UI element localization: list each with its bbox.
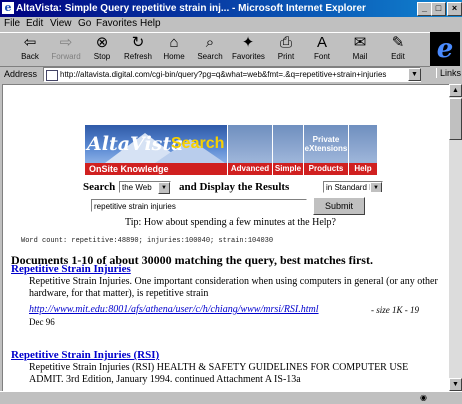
font-icon: A (316, 34, 327, 51)
tab-label: Advanced (228, 163, 272, 175)
tab-label: Help (349, 163, 377, 175)
result-title-link[interactable]: Repetitive Strain Injuries (11, 263, 131, 275)
result-format-select[interactable]: in Standard Form ▼ (323, 181, 383, 193)
ie-window-icon[interactable]: e (2, 2, 14, 14)
help-tip[interactable]: Tip: How about spending a few minutes at… (125, 217, 336, 228)
favorites-button[interactable]: ✦ Favorites (232, 34, 265, 61)
word-count: Word count: repetitive:48890; injuries:1… (21, 237, 274, 245)
result-url-link[interactable]: http://www.mit.edu:8001/afs/athena/user/… (29, 304, 319, 315)
edit-button[interactable]: ✎ Edit (382, 34, 414, 61)
minimize-button[interactable]: _ (417, 2, 432, 16)
menu-favorites[interactable]: Favorites (96, 18, 137, 29)
altavista-logo: AltaVista (87, 133, 184, 155)
stop-button[interactable]: ⊗ Stop (86, 34, 118, 61)
mail-icon: ✉ (353, 34, 367, 51)
home-button[interactable]: ⌂ Home (158, 34, 190, 61)
forward-arrow-icon: ⇨ (59, 34, 73, 51)
vertical-scrollbar[interactable]: ▲ ▼ (449, 84, 462, 391)
print-icon: ⎙ (279, 34, 292, 51)
toolbar-label: Edit (391, 52, 405, 61)
menu-go[interactable]: Go (78, 18, 91, 29)
scope-value: the Web (122, 183, 152, 192)
favorites-icon: ✦ (241, 34, 255, 51)
mail-button[interactable]: ✉ Mail (344, 34, 376, 61)
print-button[interactable]: ⎙ Print (270, 34, 302, 61)
refresh-icon: ↻ (131, 34, 145, 51)
search-button[interactable]: ⌕ Search (194, 34, 226, 61)
menu-file[interactable]: File (4, 18, 20, 29)
forward-button[interactable]: ⇨ Forward (50, 34, 82, 61)
submit-button[interactable]: Submit (313, 197, 365, 215)
maximize-button[interactable]: □ (431, 2, 446, 16)
scroll-up-button[interactable]: ▲ (449, 84, 462, 97)
search-icon: ⌕ (205, 34, 215, 51)
address-input[interactable]: http://altavista.digital.com/cgi-bin/que… (43, 67, 421, 82)
toolbar-label: Search (197, 52, 223, 61)
toolbar-label: Back (21, 52, 39, 61)
tab-products[interactable]: Private eXtensions Products (304, 125, 348, 175)
address-url: http://altavista.digital.com/cgi-bin/que… (60, 70, 387, 79)
menu-view[interactable]: View (50, 18, 72, 29)
onsite-knowledge-link[interactable]: OnSite Knowledge (85, 163, 227, 175)
back-arrow-icon: ⇦ (23, 34, 37, 51)
toolbar-label: Favorites (232, 52, 265, 61)
query-input[interactable]: repetitive strain injuries (91, 199, 307, 212)
tab-label: Simple (273, 163, 303, 175)
search-logo-word: Search (171, 135, 225, 152)
toolbar-label: Refresh (123, 52, 152, 61)
address-label: Address (4, 69, 38, 79)
toolbar-label: Stop (93, 52, 111, 61)
toolbar-label: Mail (352, 52, 368, 61)
scroll-thumb[interactable] (449, 98, 462, 140)
refresh-button[interactable]: ↻ Refresh (122, 34, 154, 61)
toolbar-label: Forward (51, 52, 81, 61)
tab-advanced[interactable]: Advanced (228, 125, 272, 175)
result-description: Repetitive Strain Injuries. One importan… (29, 276, 438, 299)
home-icon: ⌂ (169, 34, 179, 51)
back-button[interactable]: ⇦ Back (14, 34, 46, 61)
links-button[interactable]: Links (436, 68, 461, 78)
menu-bar: File Edit View Go Favorites Help (0, 17, 462, 32)
window-title: AltaVista: Simple Query repetitive strai… (16, 3, 366, 14)
tab-label: Products (304, 163, 348, 175)
chevron-down-icon: ▼ (158, 182, 170, 194)
menu-help[interactable]: Help (140, 18, 161, 29)
page-content: AltaVista Search OnSite Knowledge Advanc… (2, 84, 450, 392)
chevron-down-icon: ▼ (370, 182, 382, 192)
scroll-down-button[interactable]: ▼ (449, 378, 462, 391)
search-scope-select[interactable]: the Web ▼ (119, 181, 171, 194)
internet-zone-icon: ◉ (420, 393, 427, 402)
close-button[interactable]: × (447, 2, 462, 16)
status-bar: ◉ (0, 391, 462, 404)
tab-simple[interactable]: Simple (273, 125, 303, 175)
result-date: Dec 96 (29, 317, 55, 327)
font-button[interactable]: A Font (306, 34, 338, 61)
ie-throbber-logo: e (430, 32, 460, 66)
result-description: Repetitive Strain Injuries (RSI) HEALTH … (29, 362, 409, 385)
search-label: Search (83, 181, 116, 193)
edit-icon: ✎ (391, 34, 405, 51)
result-title-link[interactable]: Repetitive Strain Injuries (RSI) (11, 349, 159, 361)
toolbar: ⇦ Back ⇨ Forward ⊗ Stop ↻ Refresh ⌂ Home ⌕ Sea… (0, 32, 430, 67)
result-size: - size 1K - 19 (371, 305, 419, 315)
private-extensions-label: Private eXtensions (304, 135, 348, 153)
display-results-label: and Display the Results (179, 181, 290, 193)
page-icon (46, 70, 58, 81)
title-bar[interactable]: e AltaVista: Simple Query repetitive str… (0, 0, 462, 17)
stop-icon: ⊗ (95, 34, 109, 51)
toolbar-label: Font (313, 52, 330, 61)
menu-edit[interactable]: Edit (26, 18, 43, 29)
altavista-banner: AltaVista Search OnSite Knowledge Advanc… (85, 125, 377, 175)
tab-help[interactable]: Help (349, 125, 377, 175)
toolbar-label: Home (163, 52, 185, 61)
address-dropdown-button[interactable]: ▼ (408, 68, 421, 81)
toolbar-label: Print (277, 52, 295, 61)
